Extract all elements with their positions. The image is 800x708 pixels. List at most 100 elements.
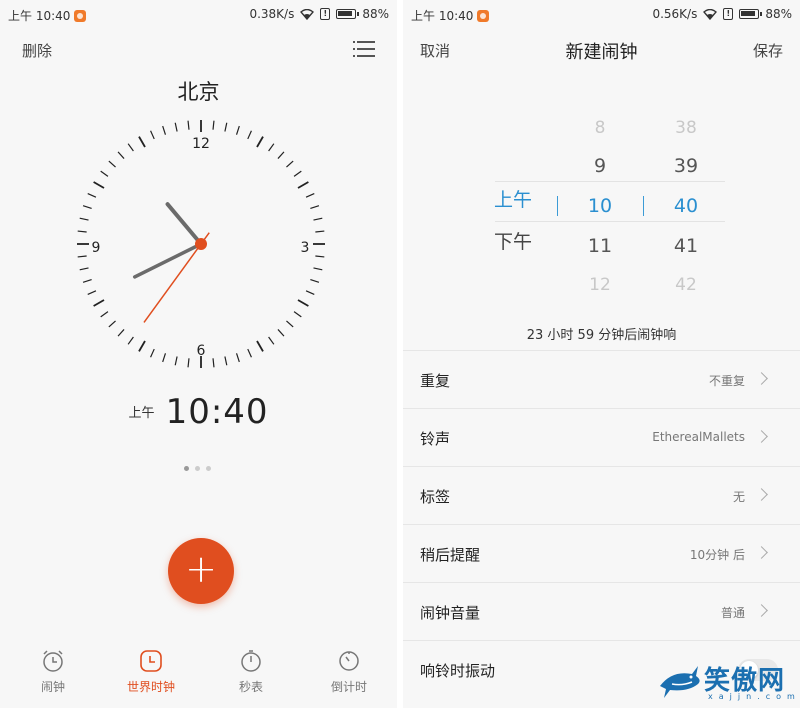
city-name: 北京 — [177, 80, 220, 104]
alarm-icon — [43, 650, 63, 672]
clock-minute-tick — [305, 290, 315, 295]
setting-value: EtherealMallets — [652, 430, 745, 444]
setting-label: 响铃时振动 — [420, 662, 496, 680]
page-title: 新建闹钟 — [565, 42, 638, 63]
clock-minute-tick — [150, 348, 155, 358]
clock-minute-tick — [305, 193, 315, 198]
clock-minute-tick — [277, 151, 285, 159]
alarm-countdown: 23 小时 59 分钟后闹钟响 — [526, 328, 677, 343]
clock-hour-tick — [297, 299, 309, 307]
notification-icon — [477, 9, 490, 22]
setting-label: 铃声 — [420, 430, 451, 448]
wifi-icon — [703, 8, 718, 20]
page-indicator — [184, 466, 211, 471]
setting-snooze[interactable]: 稍后提醒 10分钟 后 — [403, 525, 800, 583]
clock-minute-tick — [315, 230, 325, 233]
clock-hour-tick — [256, 136, 264, 148]
ampm-selected[interactable]: 上午 — [468, 180, 558, 220]
network-speed: 0.38K/s — [249, 7, 295, 21]
clock-minute-tick — [87, 290, 97, 295]
analog-clock: 12 3 6 9 — [77, 120, 325, 368]
nav-world-clock[interactable]: 世界时钟 — [111, 648, 191, 695]
clock-minute-tick — [235, 353, 240, 363]
time-picker[interactable]: 上午 下午 8 9 10 11 12 38 39 40 41 42 — [403, 100, 800, 310]
clock-minute-tick — [77, 230, 87, 233]
clock-minute-tick — [310, 205, 320, 210]
list-menu-icon[interactable] — [353, 39, 375, 59]
minute-option[interactable]: 42 — [641, 265, 731, 305]
minute-selected[interactable]: 40 — [641, 186, 731, 226]
clock-minute-tick — [82, 205, 92, 210]
nav-stopwatch[interactable]: 秒表 — [211, 648, 291, 695]
clock-minute-tick — [313, 217, 323, 221]
clock-minute-tick — [313, 267, 323, 271]
setting-label: 重复 — [420, 372, 451, 390]
setting-label: 标签 — [420, 488, 451, 506]
clock-minute-tick — [79, 217, 89, 221]
alarm-settings-list: 重复 不重复 铃声 EtherealMallets 标签 无 稍后提醒 10分钟… — [403, 350, 800, 699]
setting-ringtone[interactable]: 铃声 EtherealMallets — [403, 409, 800, 467]
chevron-right-icon — [755, 604, 768, 617]
clock-hour-tick — [138, 136, 146, 148]
digital-time-value: 10:40 — [165, 392, 269, 432]
setting-label-tag[interactable]: 标签 无 — [403, 467, 800, 525]
minute-option[interactable]: 38 — [641, 108, 731, 148]
setting-value: 普通 — [720, 606, 745, 620]
clock-minute-tick — [235, 125, 240, 135]
setting-volume[interactable]: 闹钟音量 普通 — [403, 583, 800, 641]
clock-minute-tick — [277, 329, 285, 337]
hour-hand — [165, 202, 203, 246]
clock-minute-tick — [79, 267, 89, 271]
chevron-right-icon — [755, 488, 768, 501]
chevron-right-icon — [755, 546, 768, 559]
nav-stopwatch-label: 秒表 — [238, 680, 263, 694]
page-dot — [206, 466, 211, 471]
clock-minute-tick — [293, 311, 302, 318]
hour-option[interactable]: 11 — [555, 226, 645, 266]
clock-minute-tick — [127, 143, 134, 152]
clock-hour-tick — [297, 181, 309, 189]
ampm-option[interactable]: 下午 — [468, 222, 558, 262]
minute-option[interactable]: 41 — [641, 226, 731, 266]
clock-label-9: 9 — [92, 240, 101, 256]
chevron-right-icon — [755, 430, 768, 443]
status-time: 上午 10:40 — [411, 9, 474, 23]
setting-value: 不重复 — [708, 374, 745, 388]
clock-minute-tick — [315, 255, 325, 258]
setting-value: 无 — [732, 490, 745, 504]
wifi-icon — [300, 8, 315, 20]
hour-option[interactable]: 12 — [555, 265, 645, 305]
digital-time: 上午 10:40 — [0, 392, 397, 432]
clock-label-12: 12 — [192, 136, 210, 152]
clock-minute-tick — [117, 151, 125, 159]
clock-minute-tick — [108, 320, 116, 328]
clock-minute-tick — [162, 353, 167, 363]
nav-timer[interactable]: 倒计时 — [309, 648, 389, 695]
clock-hour-tick — [138, 340, 146, 352]
minute-option[interactable]: 39 — [641, 146, 731, 186]
battery-icon — [739, 9, 763, 19]
clock-minute-tick — [100, 311, 109, 318]
clock-label-3: 3 — [301, 240, 310, 256]
save-button[interactable]: 保存 — [753, 40, 783, 61]
clock-hour-tick — [93, 181, 105, 189]
hour-selected[interactable]: 10 — [555, 186, 645, 226]
nav-alarm[interactable]: 闹钟 — [13, 648, 93, 695]
clock-minute-tick — [212, 358, 215, 368]
hour-option[interactable]: 9 — [555, 146, 645, 186]
setting-label: 闹钟音量 — [420, 604, 481, 622]
clock-minute-tick — [150, 130, 155, 140]
clock-minute-tick — [212, 120, 215, 130]
watermark-logo: 笑傲网 xajjn.com — [658, 660, 798, 704]
clock-minute-tick — [174, 122, 178, 132]
hour-option[interactable]: 8 — [555, 108, 645, 148]
nav-world-clock-label: 世界时钟 — [126, 680, 175, 694]
battery-percent: 88% — [765, 7, 792, 21]
delete-button[interactable]: 删除 — [22, 40, 52, 61]
clock-minute-tick — [224, 122, 228, 132]
add-city-button[interactable]: + — [168, 538, 234, 604]
setting-repeat[interactable]: 重复 不重复 — [403, 351, 800, 409]
clock-minute-tick — [117, 329, 125, 337]
shark-logo-icon — [660, 666, 700, 698]
clock-minute-tick — [247, 348, 252, 358]
